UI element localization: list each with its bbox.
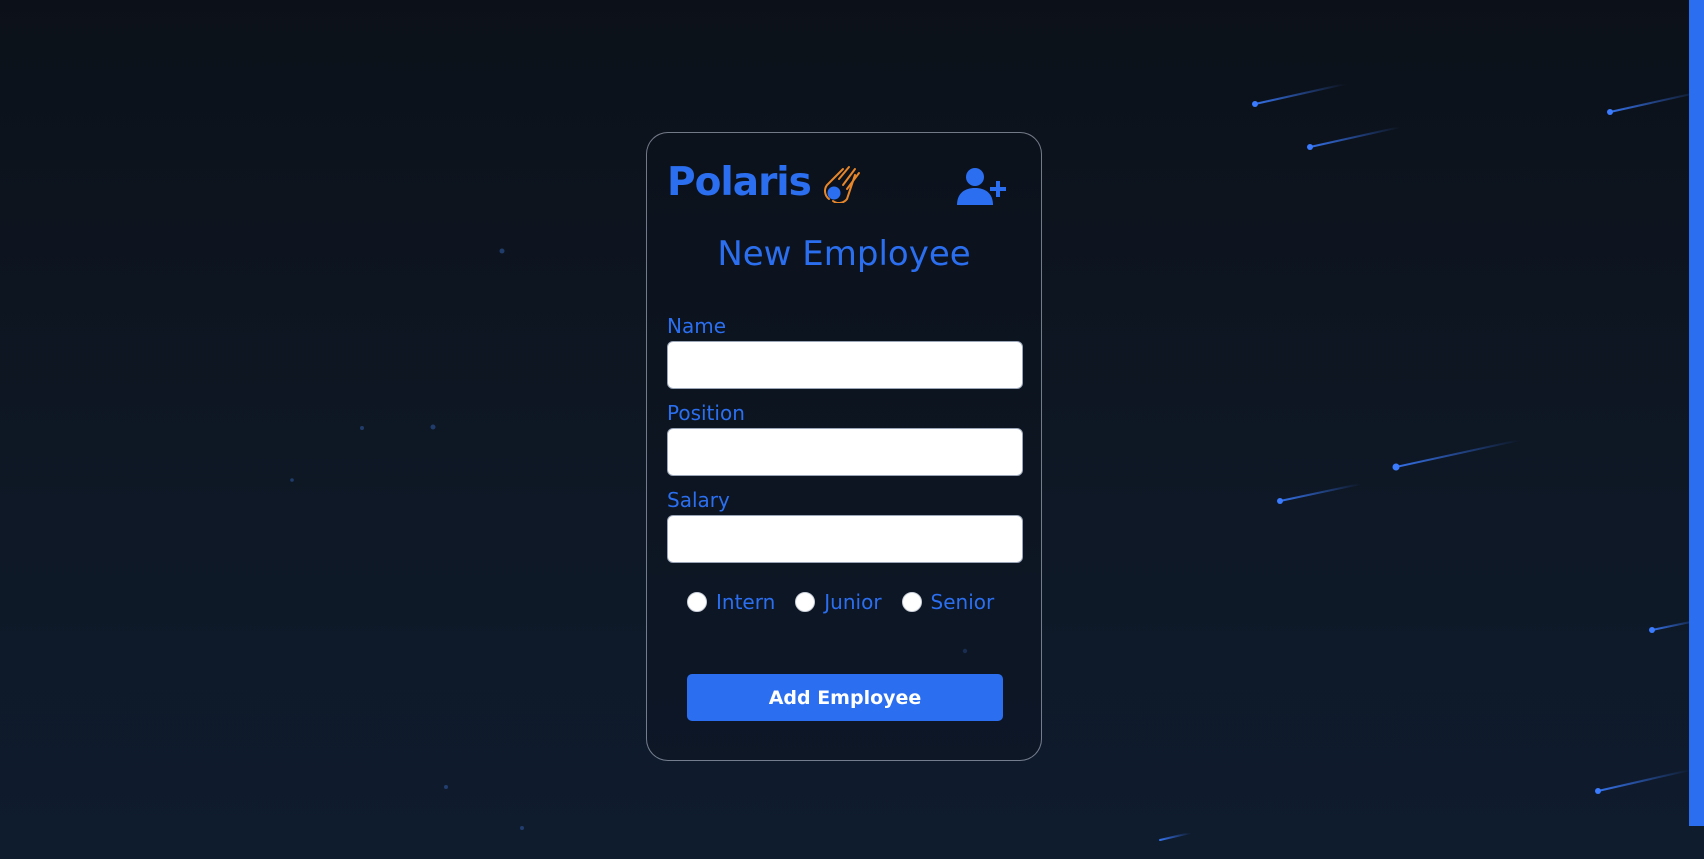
radio-intern[interactable]: Intern — [687, 592, 775, 612]
brand-name: Polaris — [667, 159, 812, 205]
position-input[interactable] — [667, 428, 1023, 476]
radio-button-intern[interactable] — [687, 592, 707, 612]
salary-input[interactable] — [667, 515, 1023, 563]
meteor-icon — [823, 166, 860, 203]
form-title: New Employee — [717, 234, 971, 274]
radio-junior[interactable]: Junior — [795, 590, 882, 614]
add-employee-button[interactable]: Add Employee — [687, 674, 1003, 721]
name-input[interactable] — [667, 341, 1023, 389]
radio-senior[interactable]: Senior — [901, 590, 995, 614]
level-radio-group: Intern Junior Senior — [687, 592, 1014, 612]
radio-label-junior: Junior — [824, 590, 882, 614]
radio-label-intern: Intern — [716, 590, 776, 614]
page-scrollbar[interactable] — [1689, 0, 1704, 826]
employee-form-card: Polaris New Employee Name Position Salar… — [646, 132, 1042, 761]
radio-button-junior[interactable] — [795, 592, 816, 612]
radio-label-senior: Senior — [930, 590, 995, 614]
brand-logo: Polaris — [667, 161, 861, 203]
position-label: Position — [667, 401, 745, 425]
user-plus-icon[interactable] — [957, 167, 1007, 205]
radio-button-senior[interactable] — [901, 592, 922, 612]
salary-label: Salary — [667, 488, 730, 512]
name-label: Name — [667, 314, 727, 338]
